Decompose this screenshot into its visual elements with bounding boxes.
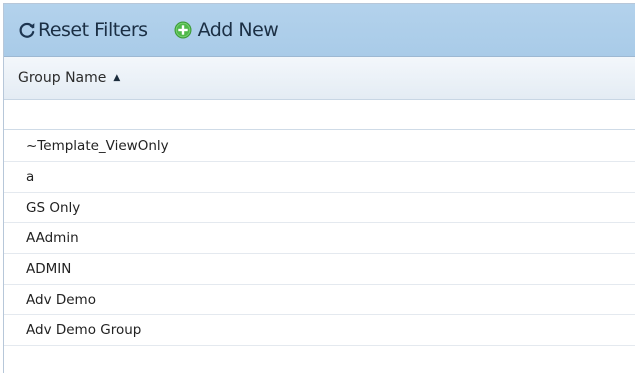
table-row[interactable]: a — [4, 162, 635, 193]
grid-rows: ~Template_ViewOnly a GS Only AAdmin ADMI… — [4, 130, 635, 347]
group-name-cell: ~Template_ViewOnly — [26, 137, 169, 154]
add-new-button[interactable]: Add New — [174, 19, 279, 41]
add-circle-icon — [174, 21, 192, 39]
group-name-cell: ADMIN — [26, 260, 72, 277]
table-row[interactable]: ADMIN — [4, 254, 635, 285]
table-row[interactable]: Adv Demo Group — [4, 315, 635, 347]
group-name-cell: a — [26, 168, 35, 185]
grid-toolbar: Reset Filters Add New — [4, 4, 635, 57]
refresh-icon — [18, 21, 36, 39]
group-name-filter-input[interactable] — [4, 100, 635, 129]
column-header-label: Group Name — [18, 70, 107, 86]
table-row[interactable]: AAdmin — [4, 223, 635, 255]
groups-grid-panel: Reset Filters Add New Group Name ▲ ~Temp… — [3, 3, 635, 373]
column-filter-row — [4, 100, 635, 130]
group-name-cell: AAdmin — [26, 230, 79, 247]
group-name-cell: GS Only — [26, 199, 81, 216]
group-name-cell: Adv Demo Group — [26, 322, 142, 339]
reset-filters-label: Reset Filters — [38, 19, 148, 41]
table-row[interactable]: ~Template_ViewOnly — [4, 130, 635, 162]
table-row[interactable]: GS Only — [4, 193, 635, 224]
table-row[interactable]: Adv Demo — [4, 285, 635, 316]
reset-filters-button[interactable]: Reset Filters — [18, 19, 148, 41]
sort-ascending-icon: ▲ — [113, 73, 121, 83]
group-name-cell: Adv Demo — [26, 291, 96, 308]
column-header-group-name[interactable]: Group Name ▲ — [4, 57, 635, 100]
add-new-label: Add New — [197, 19, 279, 41]
